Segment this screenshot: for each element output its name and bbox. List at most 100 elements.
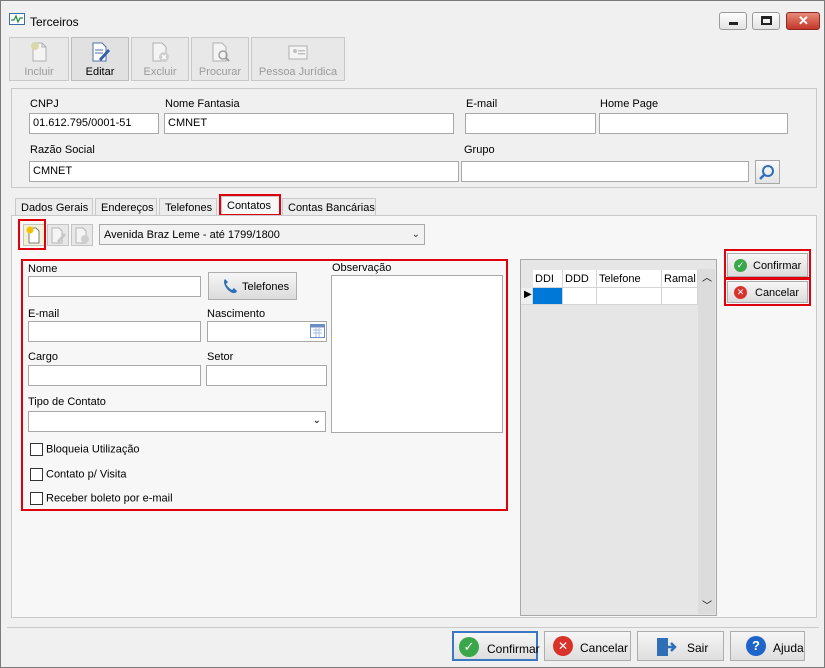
grid-cell-telefone[interactable] [597, 288, 662, 305]
excluir-button[interactable]: Excluir [131, 37, 189, 81]
edit-document-icon [92, 42, 110, 62]
grid-header-ramal: Ramal [662, 270, 698, 288]
new-document-icon [31, 42, 47, 62]
row-indicator: ▶ [521, 288, 533, 305]
home-page-label: Home Page [600, 98, 659, 110]
bloqueia-checkbox[interactable] [30, 443, 43, 456]
cargo-field[interactable] [28, 365, 201, 386]
help-icon: ? [746, 636, 766, 656]
delete-contact-button[interactable] [71, 224, 93, 246]
razao-social-field[interactable]: CMNET [29, 161, 459, 182]
tab-contatos-highlight [219, 194, 281, 216]
incluir-label: Incluir [24, 66, 54, 78]
check-icon: ✓ [459, 637, 479, 657]
close-button[interactable]: ✕ [786, 12, 820, 30]
minimize-button[interactable] [719, 12, 747, 30]
procurar-label: Procurar [198, 66, 242, 78]
telefones-button[interactable]: Telefones [208, 272, 297, 300]
visita-checkbox[interactable] [30, 468, 43, 481]
exit-door-icon [657, 638, 677, 656]
boleto-row[interactable]: Receber boleto por e-mail [30, 492, 173, 505]
grid-cell-ramal[interactable] [662, 288, 698, 305]
chevron-down-icon: ⌄ [312, 415, 321, 426]
sair-label: Sair [687, 641, 709, 655]
cancelar-label: Cancelar [580, 641, 629, 655]
delete-document-icon [152, 42, 169, 62]
edit-contact-icon [51, 227, 66, 244]
grupo-field[interactable] [461, 161, 749, 182]
cancelar-button[interactable]: ✕ Cancelar [544, 631, 631, 661]
cancel-icon: ✕ [553, 636, 573, 656]
email-label: E-mail [466, 98, 498, 110]
grupo-label: Grupo [464, 144, 495, 156]
scroll-up-icon[interactable]: ︿ [702, 269, 712, 284]
address-combo[interactable]: Avenida Braz Leme - até 1799/1800 ⌄ [99, 224, 425, 245]
edit-contact-button[interactable] [47, 224, 69, 246]
boleto-checkbox[interactable] [30, 492, 43, 505]
company-card-icon [288, 45, 308, 60]
home-page-field[interactable] [599, 113, 788, 134]
cnpj-label: CNPJ [30, 98, 59, 110]
grid-scrollbar[interactable]: ︿ ﹀ [698, 269, 715, 614]
pessoa-juridica-label: Pessoa Jurídica [258, 66, 338, 78]
email-field[interactable] [465, 113, 596, 134]
contact-email-label: E-mail [28, 308, 60, 320]
pessoa-juridica-button[interactable]: Pessoa Jurídica [251, 37, 345, 81]
tab-dados-gerais[interactable]: Dados Gerais [15, 198, 93, 216]
nome-fantasia-field[interactable]: CMNET [164, 113, 454, 134]
confirmar-label: Confirmar [487, 642, 540, 656]
calendar-icon[interactable] [310, 324, 325, 338]
grid-header-telefone: Telefone [597, 270, 662, 288]
terceiros-window: Terceiros ✕ Incluir Editar Excluir Procu… [0, 0, 825, 668]
sair-button[interactable]: Sair [637, 631, 724, 661]
contato-cancelar-highlight [724, 278, 811, 306]
contato-confirmar-highlight [724, 249, 811, 279]
grid-cell-ddi[interactable] [533, 288, 563, 305]
tab-telefones[interactable]: Telefones [159, 198, 217, 216]
maximize-button[interactable] [752, 12, 780, 30]
search-icon [759, 165, 774, 180]
contact-email-field[interactable] [28, 321, 201, 342]
grid-header-ddi: DDI [533, 270, 563, 288]
ajuda-label: Ajuda [773, 641, 804, 655]
nascimento-field[interactable] [207, 321, 327, 342]
ajuda-button[interactable]: ? Ajuda [730, 631, 805, 661]
razao-social-label: Razão Social [30, 144, 95, 156]
tipo-contato-select[interactable]: ⌄ [28, 411, 326, 432]
grupo-search-button[interactable] [755, 160, 780, 184]
visita-label: Contato p/ Visita [46, 468, 127, 481]
procurar-button[interactable]: Procurar [191, 37, 249, 81]
incluir-button[interactable]: Incluir [9, 37, 69, 81]
visita-row[interactable]: Contato p/ Visita [30, 468, 127, 481]
search-document-icon [212, 42, 230, 62]
nome-label: Nome [28, 263, 58, 275]
scroll-down-icon[interactable]: ﹀ [702, 597, 712, 612]
cargo-label: Cargo [28, 351, 58, 363]
editar-button[interactable]: Editar [71, 37, 129, 81]
confirmar-button[interactable]: ✓ Confirmar [452, 631, 540, 661]
editar-label: Editar [85, 66, 115, 78]
boleto-label: Receber boleto por e-mail [46, 492, 173, 505]
tab-contas-bancarias[interactable]: Contas Bancárias [282, 198, 376, 216]
grid-header-ddd: DDD [563, 270, 597, 288]
phones-grid[interactable]: DDI DDD Telefone Ramal ▶ [520, 259, 717, 616]
bloqueia-row[interactable]: Bloqueia Utilização [30, 443, 140, 456]
window-title: Terceiros [30, 15, 79, 29]
grid-cell-ddd[interactable] [563, 288, 597, 305]
tipo-contato-label: Tipo de Contato [28, 396, 106, 408]
cnpj-field[interactable]: 01.612.795/0001-51 [29, 113, 159, 134]
title-bar: Terceiros ✕ [1, 1, 824, 33]
nome-fantasia-label: Nome Fantasia [165, 98, 240, 110]
excluir-label: Excluir [143, 66, 177, 78]
phone-icon [224, 279, 237, 294]
address-combo-value: Avenida Braz Leme - até 1799/1800 [104, 229, 280, 241]
close-icon: ✕ [798, 13, 809, 28]
observacao-label: Observação [332, 262, 392, 274]
setor-field[interactable] [206, 365, 327, 386]
app-icon [9, 13, 25, 25]
nome-field[interactable] [28, 276, 201, 297]
bloqueia-label: Bloqueia Utilização [46, 443, 140, 456]
add-contact-highlight [18, 219, 46, 250]
tab-enderecos[interactable]: Endereços [95, 198, 157, 216]
observacao-field[interactable] [331, 275, 503, 433]
